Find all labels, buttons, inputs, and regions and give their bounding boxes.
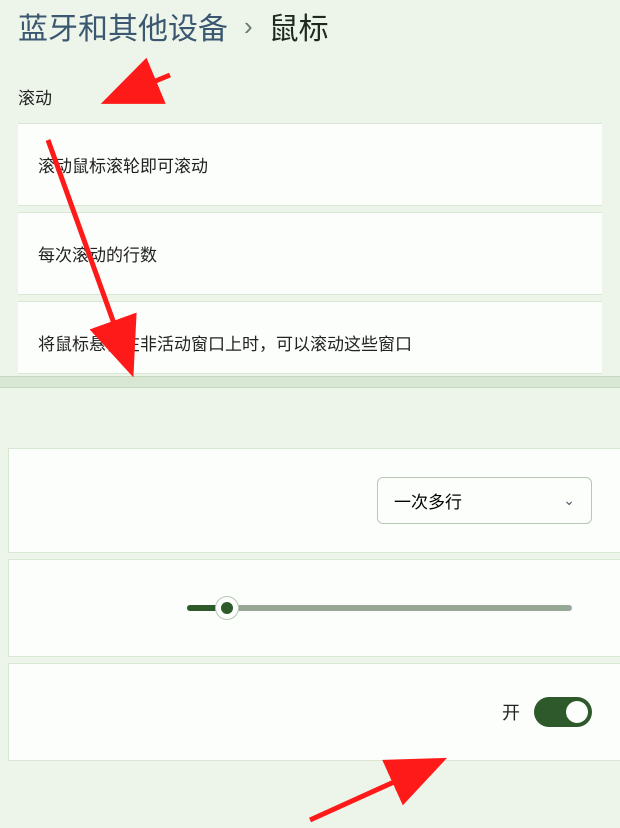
- control-row-dropdown: 一次多行 ⌄: [8, 448, 620, 553]
- setting-label: 将鼠标悬停在非活动窗口上时，可以滚动这些窗口: [38, 335, 412, 354]
- inactive-scroll-toggle[interactable]: [534, 697, 592, 727]
- setting-row-lines-per-scroll[interactable]: 每次滚动的行数: [18, 212, 602, 295]
- scroll-mode-dropdown[interactable]: 一次多行 ⌄: [377, 477, 592, 524]
- breadcrumb: 蓝牙和其他设备 › 鼠标: [0, 0, 620, 64]
- toggle-knob: [566, 701, 588, 723]
- chevron-right-icon: ›: [244, 11, 253, 42]
- chevron-down-icon: ⌄: [563, 492, 575, 509]
- breadcrumb-current: 鼠标: [269, 4, 329, 48]
- toggle-label: 开: [502, 699, 520, 725]
- setting-label: 滚动鼠标滚轮即可滚动: [38, 157, 208, 176]
- section-label-scroll: 滚动: [0, 64, 620, 123]
- setting-row-wheel-scroll[interactable]: 滚动鼠标滚轮即可滚动: [18, 123, 602, 206]
- control-row-toggle: 开: [8, 663, 620, 761]
- lines-slider[interactable]: [37, 605, 592, 611]
- setting-row-inactive-window-scroll[interactable]: 将鼠标悬停在非活动窗口上时，可以滚动这些窗口: [18, 301, 602, 374]
- setting-label: 每次滚动的行数: [38, 246, 157, 265]
- dropdown-value: 一次多行: [394, 488, 462, 513]
- section-divider: [0, 376, 620, 388]
- breadcrumb-parent-link[interactable]: 蓝牙和其他设备: [18, 4, 228, 48]
- control-row-slider: [8, 559, 620, 657]
- slider-thumb[interactable]: [215, 596, 239, 620]
